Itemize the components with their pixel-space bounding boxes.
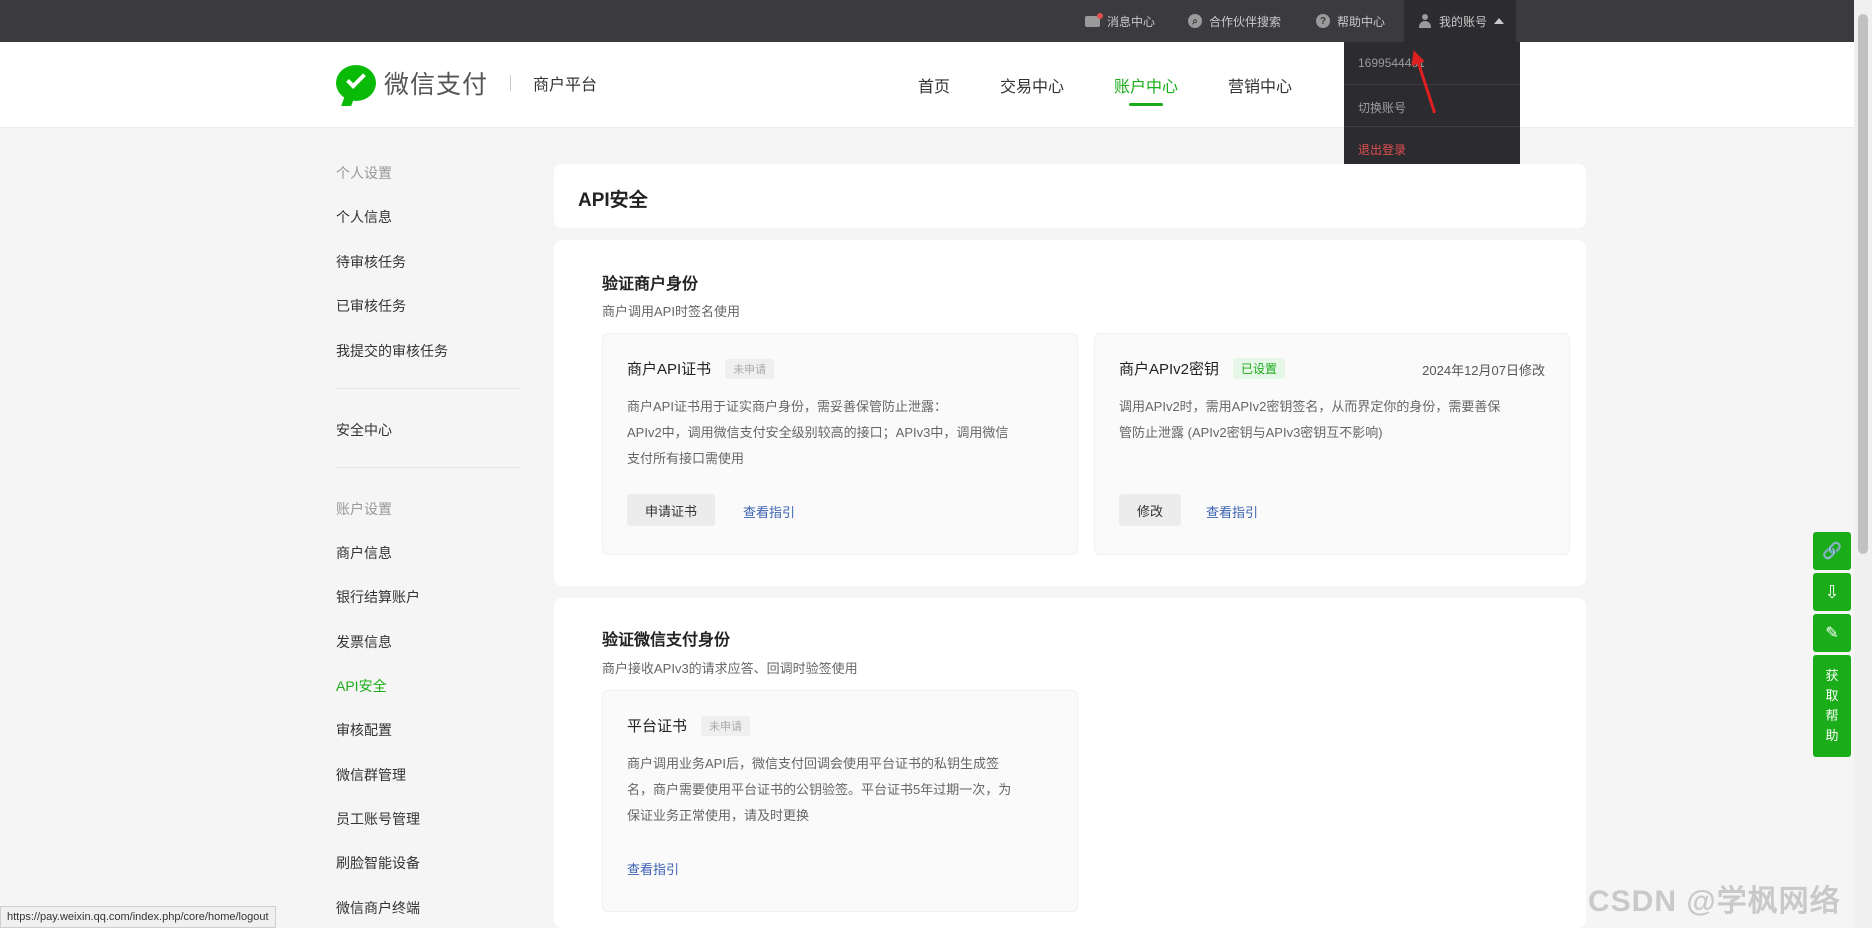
card-description: 商户API证书用于证实商户身份，需妥善保管防止泄露： APIv2中，调用微信支付…	[627, 399, 1009, 466]
status-url: https://pay.weixin.qq.com/index.php/core…	[0, 906, 276, 928]
my-account-menu[interactable]: 我的账号	[1404, 0, 1517, 42]
sidebar-group-personal: 个人设置	[336, 165, 392, 181]
nav-home[interactable]: 首页	[918, 42, 950, 128]
user-icon	[1418, 14, 1432, 28]
partner-search-link[interactable]: ⌕ 合作伙伴搜索	[1188, 0, 1281, 42]
sidebar-item-invoice-info[interactable]: 发票信息	[336, 632, 392, 652]
page-title-panel: API安全	[554, 164, 1586, 228]
card-description: 调用APIv2时，需用APIv2密钥签名，从而界定你的身份，需要善保 管防止泄露…	[1119, 399, 1501, 440]
nav-account-center[interactable]: 账户中心	[1114, 42, 1178, 128]
modified-date: 2024年12月07日修改	[1422, 363, 1545, 378]
switch-account-item[interactable]: 切换账号	[1358, 99, 1406, 116]
nav-marketing-center[interactable]: 营销中心	[1228, 42, 1292, 128]
sidebar-item-wechat-group[interactable]: 微信群管理	[336, 765, 406, 785]
watermark: CSDN @学枫网络	[1588, 885, 1841, 918]
sidebar-item-pending-review[interactable]: 待审核任务	[336, 252, 406, 272]
page-title: API安全	[578, 190, 648, 211]
caret-up-icon	[1494, 18, 1505, 24]
card-title: 商户API证书	[627, 361, 712, 378]
question-icon: ?	[1316, 14, 1330, 28]
wechat-pay-logo[interactable]: 微信支付 商户平台	[336, 65, 597, 101]
mail-icon	[1085, 12, 1103, 27]
link-tool-button[interactable]: 🔗	[1813, 532, 1851, 570]
download-icon: ⇩	[1824, 581, 1840, 602]
apiv2-key-card: 商户APIv2密钥 已设置 2024年12月07日修改 调用APIv2时，需用A…	[1094, 333, 1570, 555]
card-title: 商户APIv2密钥	[1119, 361, 1220, 378]
scrollbar-thumb[interactable]	[1858, 14, 1868, 554]
nav-trade-center[interactable]: 交易中心	[1000, 42, 1064, 128]
sidebar-item-my-submitted[interactable]: 我提交的审核任务	[336, 341, 448, 361]
sidebar-item-merchant-terminal[interactable]: 微信商户终端	[336, 898, 420, 918]
platform-name: 商户平台	[533, 77, 598, 94]
site-header: 微信支付 商户平台 首页 交易中心 账户中心 营销中心	[0, 42, 1854, 128]
sidebar-item-api-security[interactable]: API安全	[336, 676, 387, 696]
sidebar-item-staff-accounts[interactable]: 员工账号管理	[336, 809, 420, 829]
sidebar-item-personal-info[interactable]: 个人信息	[336, 207, 392, 227]
sidebar-item-merchant-info[interactable]: 商户信息	[336, 543, 392, 563]
merchant-identity-section: 验证商户身份 商户调用API时签名使用 商户API证书 未申请 商户API证书用…	[554, 240, 1586, 586]
sidebar-item-bank-account[interactable]: 银行结算账户	[336, 587, 420, 607]
sidebar-item-review-config[interactable]: 审核配置	[336, 720, 392, 740]
merchant-api-cert-card: 商户API证书 未申请 商户API证书用于证实商户身份，需妥善保管防止泄露： A…	[602, 333, 1078, 555]
edit-tool-button[interactable]: ✎	[1813, 614, 1851, 652]
get-help-button[interactable]: 获 取 帮 助	[1813, 655, 1851, 757]
brand-name: 微信支付	[384, 71, 489, 99]
message-center-link[interactable]: 消息中心	[1085, 0, 1155, 42]
divider	[510, 75, 512, 91]
card-title: 平台证书	[627, 718, 688, 735]
sidebar-divider	[336, 388, 520, 389]
status-badge: 已设置	[1233, 358, 1286, 379]
wechat-pay-icon	[336, 65, 376, 101]
page-scrollbar[interactable]	[1854, 0, 1872, 928]
status-badge: 未申请	[725, 358, 775, 379]
sidebar-group-account: 账户设置	[336, 501, 392, 517]
sidebar-item-face-devices[interactable]: 刷脸智能设备	[336, 853, 420, 873]
view-guide-link[interactable]: 查看指引	[627, 859, 679, 878]
sidebar-item-security-center[interactable]: 安全中心	[336, 420, 392, 440]
modify-key-button[interactable]: 修改	[1119, 494, 1182, 526]
section-desc: 商户接收APIv3的请求应答、回调时验签使用	[602, 661, 858, 676]
download-tool-button[interactable]: ⇩	[1813, 573, 1851, 611]
status-badge: 未申请	[701, 715, 751, 736]
sidebar-item-reviewed[interactable]: 已审核任务	[336, 296, 406, 316]
view-guide-link[interactable]: 查看指引	[743, 502, 795, 521]
apply-cert-button[interactable]: 申请证书	[627, 494, 716, 526]
section-desc: 商户调用API时签名使用	[602, 304, 740, 319]
logout-item[interactable]: 退出登录	[1358, 141, 1406, 158]
wechat-identity-section: 验证微信支付身份 商户接收APIv3的请求应答、回调时验签使用 平台证书 未申请…	[554, 598, 1586, 928]
card-description: 商户调用业务API后，微信支付回调会使用平台证书的私钥生成签 名，商户需要使用平…	[627, 756, 1012, 823]
platform-cert-card: 平台证书 未申请 商户调用业务API后，微信支付回调会使用平台证书的私钥生成签 …	[602, 690, 1078, 912]
sidebar-divider	[336, 467, 520, 468]
view-guide-link[interactable]: 查看指引	[1206, 502, 1258, 521]
active-nav-underline	[1129, 103, 1163, 106]
section-title: 验证商户身份	[602, 276, 699, 293]
link-icon: 🔗	[1822, 543, 1842, 560]
search-icon: ⌕	[1188, 14, 1202, 28]
top-bar: 消息中心 ⌕ 合作伙伴搜索 ? 帮助中心 我的账号	[0, 0, 1854, 42]
section-title: 验证微信支付身份	[602, 632, 731, 649]
help-center-link[interactable]: ? 帮助中心	[1316, 0, 1385, 42]
edit-icon: ✎	[1825, 625, 1839, 642]
